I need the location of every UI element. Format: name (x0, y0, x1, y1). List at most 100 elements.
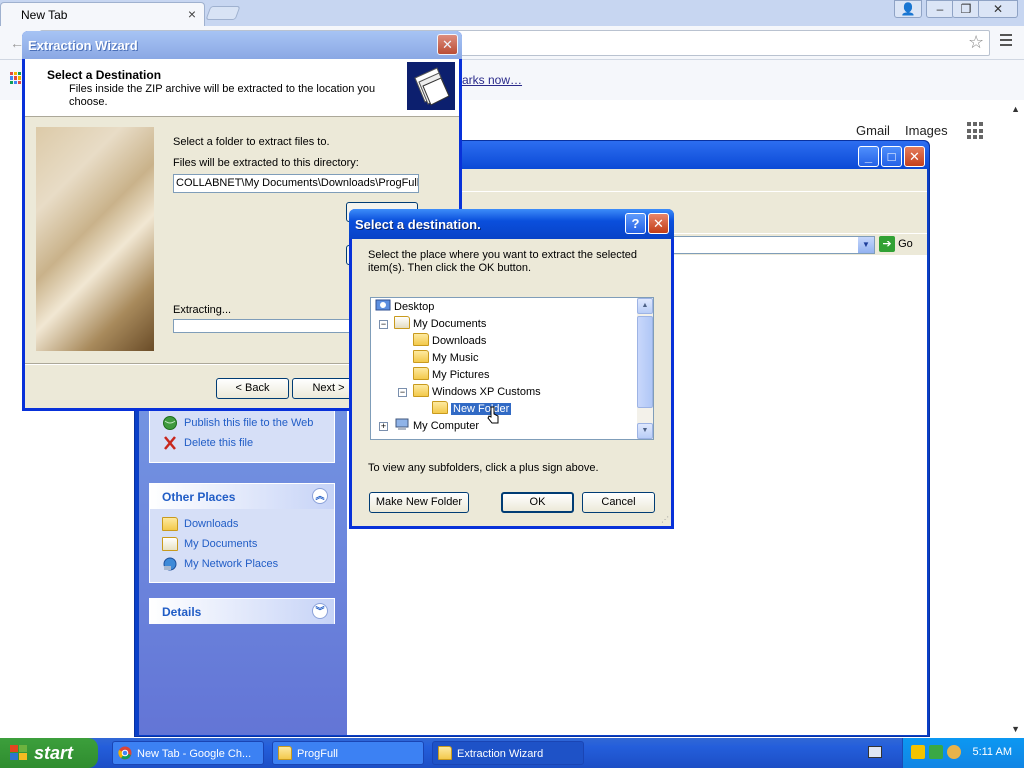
expand-chevron-icon[interactable]: ︾ (312, 603, 328, 619)
dest-titlebar[interactable]: Select a destination. ? ✕ (349, 209, 674, 239)
tree-scroll-down-icon[interactable]: ▼ (637, 423, 653, 439)
make-new-folder-button[interactable]: Make New Folder (369, 492, 469, 513)
taskbar-label-wizard: Extraction Wizard (457, 748, 544, 760)
go-button[interactable]: ➔ Go (879, 236, 925, 254)
ok-button[interactable]: OK (501, 492, 574, 513)
network-places-icon (163, 557, 177, 571)
chrome-tab[interactable]: New Tab × (0, 2, 205, 26)
delete-x-icon (164, 436, 176, 450)
other-places-header[interactable]: Other Places ︽ (150, 484, 334, 509)
windows-logo-icon (10, 745, 27, 760)
go-arrow-icon: ➔ (879, 236, 895, 252)
close-button[interactable]: ✕ (978, 0, 1018, 18)
subfolder-hint: To view any subfolders, click a plus sig… (368, 462, 599, 474)
menu-icon[interactable] (1000, 34, 1012, 46)
publish-web-task[interactable]: Publish this file to the Web (150, 413, 334, 433)
maximize-button[interactable]: ❐ (952, 0, 980, 18)
tree-label-xp-customs: Windows XP Customs (432, 386, 541, 398)
google-apps-icon[interactable] (967, 122, 985, 140)
wizard-header: Select a Destination Files inside the ZI… (25, 59, 459, 117)
taskbar: start New Tab - Google Ch... ProgFull Ex… (0, 738, 1024, 768)
mouse-cursor-icon (486, 405, 500, 428)
extraction-progress-bar (173, 319, 363, 333)
tab-close-icon[interactable]: × (188, 6, 196, 22)
folder-icon (413, 333, 429, 346)
collapse-my-documents[interactable]: − (379, 320, 388, 329)
security-shield-icon[interactable] (911, 745, 925, 759)
place-my-documents[interactable]: My Documents (150, 534, 334, 554)
back-button[interactable]: < Back (216, 378, 289, 399)
publish-web-label: Publish this file to the Web (184, 417, 314, 429)
delete-file-task[interactable]: Delete this file (150, 433, 334, 453)
network-icon[interactable] (929, 745, 943, 759)
documents-folder-icon (394, 316, 410, 329)
expand-my-computer[interactable]: + (379, 422, 388, 431)
cancel-button[interactable]: Cancel (582, 492, 655, 513)
pictures-folder-icon (413, 367, 429, 380)
wizard-title: Extraction Wizard (28, 38, 138, 53)
import-bookmarks-link[interactable]: arks now… (462, 73, 522, 87)
explorer-minimize-button[interactable]: _ (858, 146, 879, 167)
start-button[interactable]: start (0, 738, 98, 768)
wizard-side-image (36, 127, 154, 351)
help-button[interactable]: ? (625, 213, 646, 234)
folder-tree[interactable]: Desktop − My Documents Downloads My Musi… (370, 297, 654, 440)
music-folder-icon (413, 350, 429, 363)
tree-label-my-computer: My Computer (413, 420, 480, 432)
chrome-icon (118, 746, 132, 760)
documents-folder-icon (162, 537, 178, 551)
dest-close-button[interactable]: ✕ (648, 213, 669, 234)
select-destination-dialog: Select a destination. ? ✕ Select the pla… (349, 209, 674, 529)
taskbar-button-chrome[interactable]: New Tab - Google Ch... (112, 741, 264, 765)
address-dropdown-icon[interactable]: ▼ (858, 237, 874, 253)
destination-path-field[interactable]: COLLABNET\My Documents\Downloads\ProgFul… (173, 174, 419, 193)
apps-shortcut-icon[interactable] (10, 72, 22, 84)
start-label: start (34, 743, 74, 763)
taskbar-button-wizard[interactable]: Extraction Wizard (432, 741, 584, 765)
dest-title: Select a destination. (355, 217, 481, 232)
tree-scroll-thumb[interactable] (637, 316, 653, 408)
collapse-chevron-icon[interactable]: ︽ (312, 488, 328, 504)
gmail-link[interactable]: Gmail (856, 123, 890, 138)
tree-item-downloads[interactable]: Downloads (413, 333, 486, 350)
other-places-title: Other Places (162, 490, 236, 504)
minimize-button[interactable]: – (926, 0, 954, 18)
star-icon[interactable]: ☆ (968, 32, 984, 53)
tree-scroll-up-icon[interactable]: ▲ (637, 298, 653, 314)
keyboard-icon[interactable] (868, 746, 882, 758)
tree-item-my-documents[interactable]: My Documents (394, 316, 486, 333)
place-downloads-label: Downloads (184, 518, 239, 530)
folder-icon (438, 746, 452, 760)
place-downloads[interactable]: Downloads (150, 514, 334, 534)
scroll-down-icon[interactable]: ▼ (1011, 724, 1020, 734)
explorer-maximize-button[interactable]: □ (881, 146, 902, 167)
system-tray: 5:11 AM (902, 738, 1024, 768)
search-icon[interactable] (947, 745, 961, 759)
tree-item-xp-customs[interactable]: Windows XP Customs (413, 384, 541, 401)
place-network-label: My Network Places (184, 558, 279, 570)
wizard-header-subtitle: Files inside the ZIP archive will be ext… (69, 83, 376, 108)
place-my-documents-label: My Documents (184, 538, 258, 550)
tree-label-my-documents: My Documents (413, 318, 487, 330)
user-icon[interactable]: 👤 (894, 0, 922, 18)
tree-item-desktop[interactable]: Desktop (375, 299, 434, 316)
images-link[interactable]: Images (905, 123, 948, 138)
tree-item-my-music[interactable]: My Music (413, 350, 478, 367)
folder-icon (413, 384, 429, 397)
wizard-close-button[interactable]: ✕ (437, 34, 458, 55)
wizard-titlebar[interactable]: Extraction Wizard ✕ (22, 31, 462, 59)
tree-item-my-computer[interactable]: My Computer (394, 418, 479, 435)
place-network[interactable]: My Network Places (150, 554, 334, 574)
scroll-up-icon[interactable]: ▲ (1011, 104, 1020, 114)
collapse-xp-customs[interactable]: − (398, 388, 407, 397)
extracting-label: Extracting... (173, 304, 232, 316)
tab-title: New Tab (21, 8, 68, 22)
explorer-close-button[interactable]: ✕ (904, 146, 925, 167)
details-header[interactable]: Details ︾ (150, 599, 334, 624)
resize-grip-icon[interactable]: ⋰ (661, 515, 669, 524)
tree-scrollbar[interactable]: ▲ ▼ (637, 298, 653, 439)
new-tab-button[interactable] (205, 6, 241, 20)
tree-item-my-pictures[interactable]: My Pictures (413, 367, 489, 384)
tree-label-new-folder: New Folder (451, 403, 512, 415)
taskbar-button-progfull[interactable]: ProgFull (272, 741, 424, 765)
